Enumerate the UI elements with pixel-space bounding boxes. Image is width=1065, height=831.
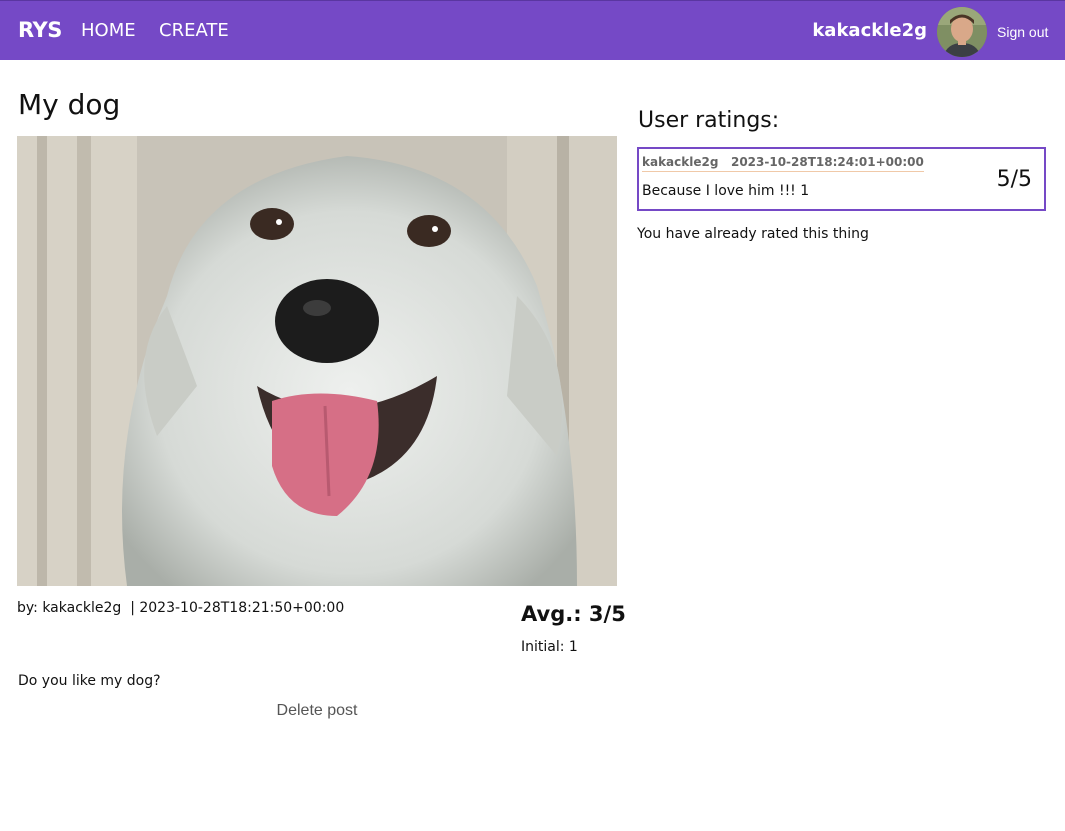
dog-photo xyxy=(17,136,617,586)
brand-logo-link[interactable]: RYS xyxy=(18,18,62,42)
average-rating: Avg.: 3/5 xyxy=(521,602,626,626)
avatar[interactable] xyxy=(937,7,987,57)
post-title: My dog xyxy=(18,88,121,121)
rating-score: 5/5 xyxy=(996,167,1032,192)
rating-card: kakackle2g 2023-10-28T18:24:01+00:00 Bec… xyxy=(637,147,1046,211)
sign-out-button[interactable]: Sign out xyxy=(997,24,1048,40)
delete-post-button[interactable]: Delete post xyxy=(262,702,372,720)
nav-home-link[interactable]: HOME xyxy=(81,20,136,41)
nav-username-link[interactable]: kakackle2g xyxy=(812,20,927,41)
top-navbar: RYS HOME CREATE kakackle2g Sign out xyxy=(0,0,1065,60)
already-rated-notice: You have already rated this thing xyxy=(637,226,869,242)
initial-rating: Initial: 1 xyxy=(521,639,578,655)
rating-comment: Because I love him !!! 1 xyxy=(642,183,810,199)
ratings-heading: User ratings: xyxy=(638,108,780,133)
nav-create-link[interactable]: CREATE xyxy=(159,20,229,41)
rating-meta: kakackle2g 2023-10-28T18:24:01+00:00 xyxy=(642,155,924,172)
post-byline: by: kakackle2g | 2023-10-28T18:21:50+00:… xyxy=(17,600,345,616)
post-description: Do you like my dog? xyxy=(18,673,161,689)
